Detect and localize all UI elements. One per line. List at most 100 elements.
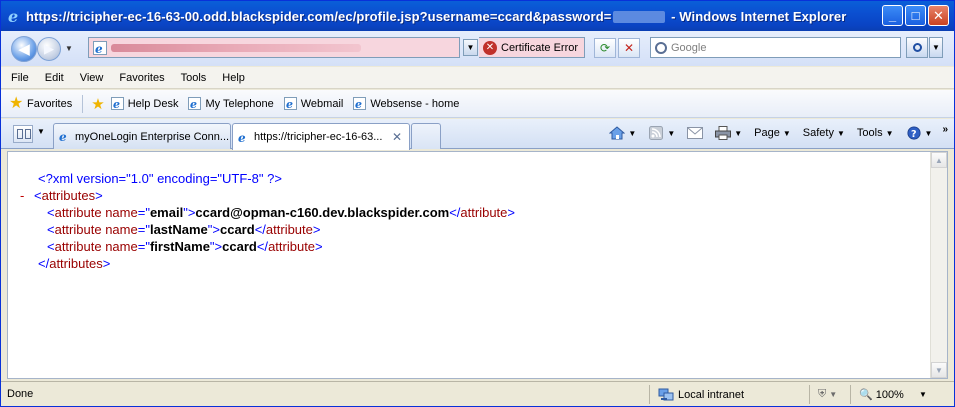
tab-list-dropdown[interactable]: ▼ xyxy=(37,127,45,136)
chevron-down-icon: ▼ xyxy=(935,365,943,375)
search-button[interactable] xyxy=(906,37,928,58)
quick-tabs-icon xyxy=(25,129,31,139)
fav-link-help-desk[interactable]: e Help Desk xyxy=(110,97,179,110)
attribute-name-value: firstName xyxy=(149,239,210,254)
fav-link-label: Webmail xyxy=(300,97,344,110)
chevron-down-icon: ▼ xyxy=(924,128,933,138)
attribute-text-value: ccard xyxy=(222,239,257,254)
security-zone[interactable]: Local intranet xyxy=(649,385,744,404)
certificate-error-button[interactable]: ✕ Certificate Error xyxy=(479,37,585,58)
menu-help[interactable]: Help xyxy=(222,72,245,84)
search-options-dropdown[interactable]: ▼ xyxy=(929,37,943,58)
page-menu-button[interactable]: Page ▼ xyxy=(754,127,791,139)
menu-favorites[interactable]: Favorites xyxy=(119,72,164,84)
maximize-icon: □ xyxy=(911,8,920,23)
read-mail-button[interactable] xyxy=(687,126,704,140)
attribute-name-value: lastName xyxy=(149,222,208,237)
chevron-down-icon: ▼ xyxy=(466,43,475,52)
xml-declaration: <?xml version="1.0" encoding="UTF-8" ?> xyxy=(20,170,515,187)
scroll-down-button[interactable]: ▼ xyxy=(931,362,947,378)
minimize-button[interactable]: _ xyxy=(882,5,903,26)
scroll-up-button[interactable]: ▲ xyxy=(931,152,947,168)
tab-label: myOneLogin Enterprise Conn... xyxy=(75,130,230,143)
search-input[interactable]: Google xyxy=(650,37,901,58)
printer-icon xyxy=(715,126,732,140)
quick-tabs-button[interactable] xyxy=(13,125,33,143)
ie-page-icon: e xyxy=(238,131,246,144)
menu-bar: File Edit View Favorites Tools Help xyxy=(1,67,954,89)
attribute-text-value: ccard xyxy=(219,222,255,237)
page-ie-icon: e xyxy=(93,40,107,56)
collapse-toggle[interactable]: - xyxy=(20,187,34,204)
tools-menu-button[interactable]: Tools ▼ xyxy=(857,127,894,139)
command-bar: ▼ ▼ ▼ Page ▼ Safety ▼ Tools ▼ ? ▼ » xyxy=(597,124,948,140)
menu-file[interactable]: File xyxy=(11,72,29,84)
window-title-app: - Windows Internet Explorer xyxy=(667,8,847,24)
refresh-button[interactable]: ⟳ xyxy=(594,38,616,58)
svg-text:e: e xyxy=(238,131,246,144)
zoom-dropdown[interactable]: ▼ xyxy=(919,385,927,404)
more-commands-icon[interactable]: » xyxy=(942,124,948,135)
fav-link-label: Help Desk xyxy=(127,97,179,110)
tab-myonelogin[interactable]: e myOneLogin Enterprise Conn... xyxy=(53,123,231,149)
help-button[interactable]: ? ▼ xyxy=(906,126,933,140)
rss-feed-icon xyxy=(649,126,664,140)
xml-attribute-lastname: <attribute name="lastName">ccard</attrib… xyxy=(47,222,321,237)
protected-mode-indicator[interactable]: ⛨ ▼ xyxy=(809,385,837,404)
ie-page-icon: e xyxy=(283,97,297,110)
title-bar[interactable]: e https://tricipher-ec-16-63-00.odd.blac… xyxy=(1,1,954,31)
refresh-icon: ⟳ xyxy=(599,41,611,55)
svg-text:e: e xyxy=(59,130,67,143)
redacted-url xyxy=(111,43,361,52)
back-arrow-icon: ◀ xyxy=(18,40,30,58)
forward-arrow-icon: ▶ xyxy=(44,40,54,56)
stop-icon: ✕ xyxy=(623,41,635,55)
home-icon xyxy=(609,126,626,140)
browser-window: e https://tricipher-ec-16-63-00.odd.blac… xyxy=(0,0,955,407)
new-tab-button[interactable] xyxy=(411,123,441,149)
search-icon xyxy=(912,43,922,52)
close-tab-icon[interactable]: ✕ xyxy=(392,130,402,144)
menu-edit[interactable]: Edit xyxy=(45,72,64,84)
address-dropdown[interactable]: ▼ xyxy=(463,39,478,56)
feeds-button[interactable]: ▼ xyxy=(648,126,675,140)
window-title-url: https://tricipher-ec-16-63-00.odd.blacks… xyxy=(26,8,612,24)
stop-button[interactable]: ✕ xyxy=(618,38,640,58)
fav-link-webmail[interactable]: e Webmail xyxy=(283,97,344,110)
svg-text:e: e xyxy=(95,42,103,55)
recent-pages-dropdown[interactable]: ▼ xyxy=(63,44,75,53)
tab-tricipher[interactable]: e https://tricipher-ec-16-63... ✕ xyxy=(232,123,410,150)
back-button[interactable]: ◀ xyxy=(11,35,37,62)
intranet-zone-icon xyxy=(658,388,674,400)
chevron-down-icon: ▼ xyxy=(734,128,743,138)
zoom-level-button[interactable]: 🔍 100% xyxy=(850,385,904,404)
fav-link-label: Websense - home xyxy=(370,97,460,110)
favorites-bar: ★ Favorites ★ e Help Desk e My Telephone… xyxy=(1,90,954,118)
forward-button[interactable]: ▶ xyxy=(37,36,61,61)
print-button[interactable]: ▼ xyxy=(715,126,742,140)
xml-document: <?xml version="1.0" encoding="UTF-8" ?> … xyxy=(20,170,515,272)
navigation-bar: ◀ ▶ ▼ e ▼ ✕ Certificate Error ⟳ ✕ Google… xyxy=(1,31,954,66)
favorites-button[interactable]: Favorites xyxy=(27,98,72,110)
menu-tools[interactable]: Tools xyxy=(181,72,207,84)
close-button[interactable]: ✕ xyxy=(928,5,949,26)
address-field[interactable]: e xyxy=(88,37,460,58)
svg-text:e: e xyxy=(8,8,18,24)
ie-logo-icon: e xyxy=(7,7,23,26)
chevron-down-icon: ▼ xyxy=(885,128,894,138)
vertical-scrollbar[interactable]: ▲ ▼ xyxy=(930,152,947,378)
ie-page-icon: e xyxy=(110,97,124,110)
zone-label: Local intranet xyxy=(678,388,745,401)
home-button[interactable]: ▼ xyxy=(609,126,636,140)
close-icon: ✕ xyxy=(933,7,944,23)
add-to-favorites-icon[interactable]: ★ xyxy=(91,95,104,113)
chevron-down-icon: ▼ xyxy=(667,128,676,138)
xml-root-open: - <attributes> xyxy=(20,187,103,204)
menu-view[interactable]: View xyxy=(80,72,104,84)
safety-menu-button[interactable]: Safety ▼ xyxy=(803,127,845,139)
fav-link-websense-home[interactable]: e Websense - home xyxy=(353,97,459,110)
mail-icon xyxy=(687,127,704,139)
tab-bar: ▼ e myOneLogin Enterprise Conn... e http… xyxy=(1,119,954,150)
fav-link-my-telephone[interactable]: e My Telephone xyxy=(188,97,274,110)
maximize-button[interactable]: □ xyxy=(905,5,926,26)
